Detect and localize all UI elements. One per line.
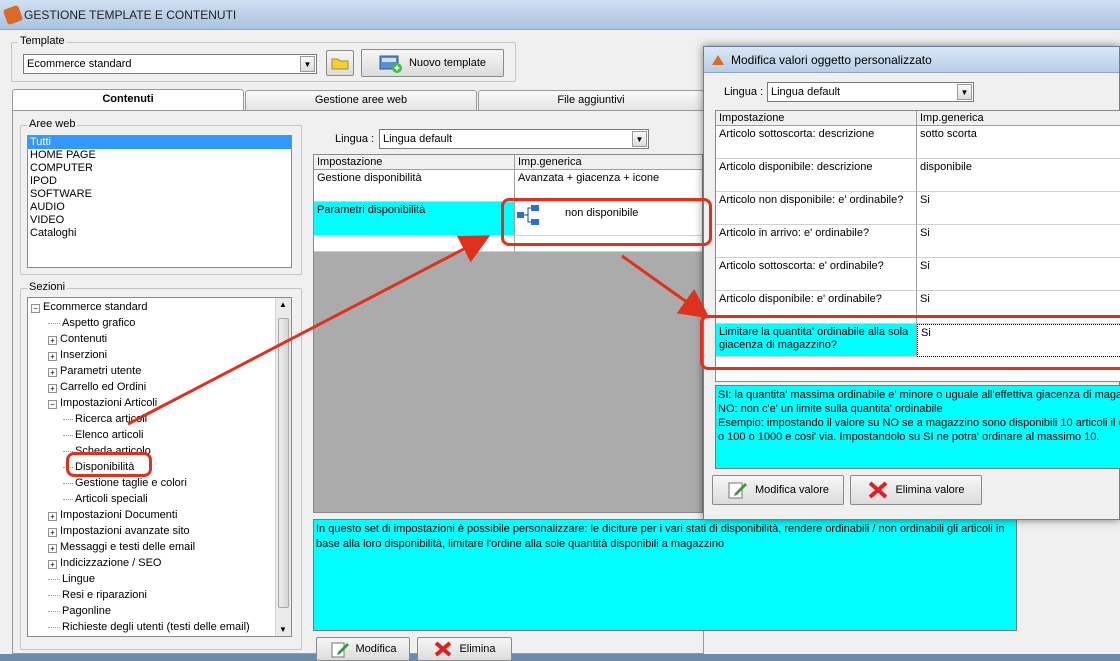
annotation-arrows bbox=[127, 235, 710, 426]
annotation-arrow-2 bbox=[621, 254, 710, 319]
annotation-arrow-1 bbox=[127, 235, 491, 426]
